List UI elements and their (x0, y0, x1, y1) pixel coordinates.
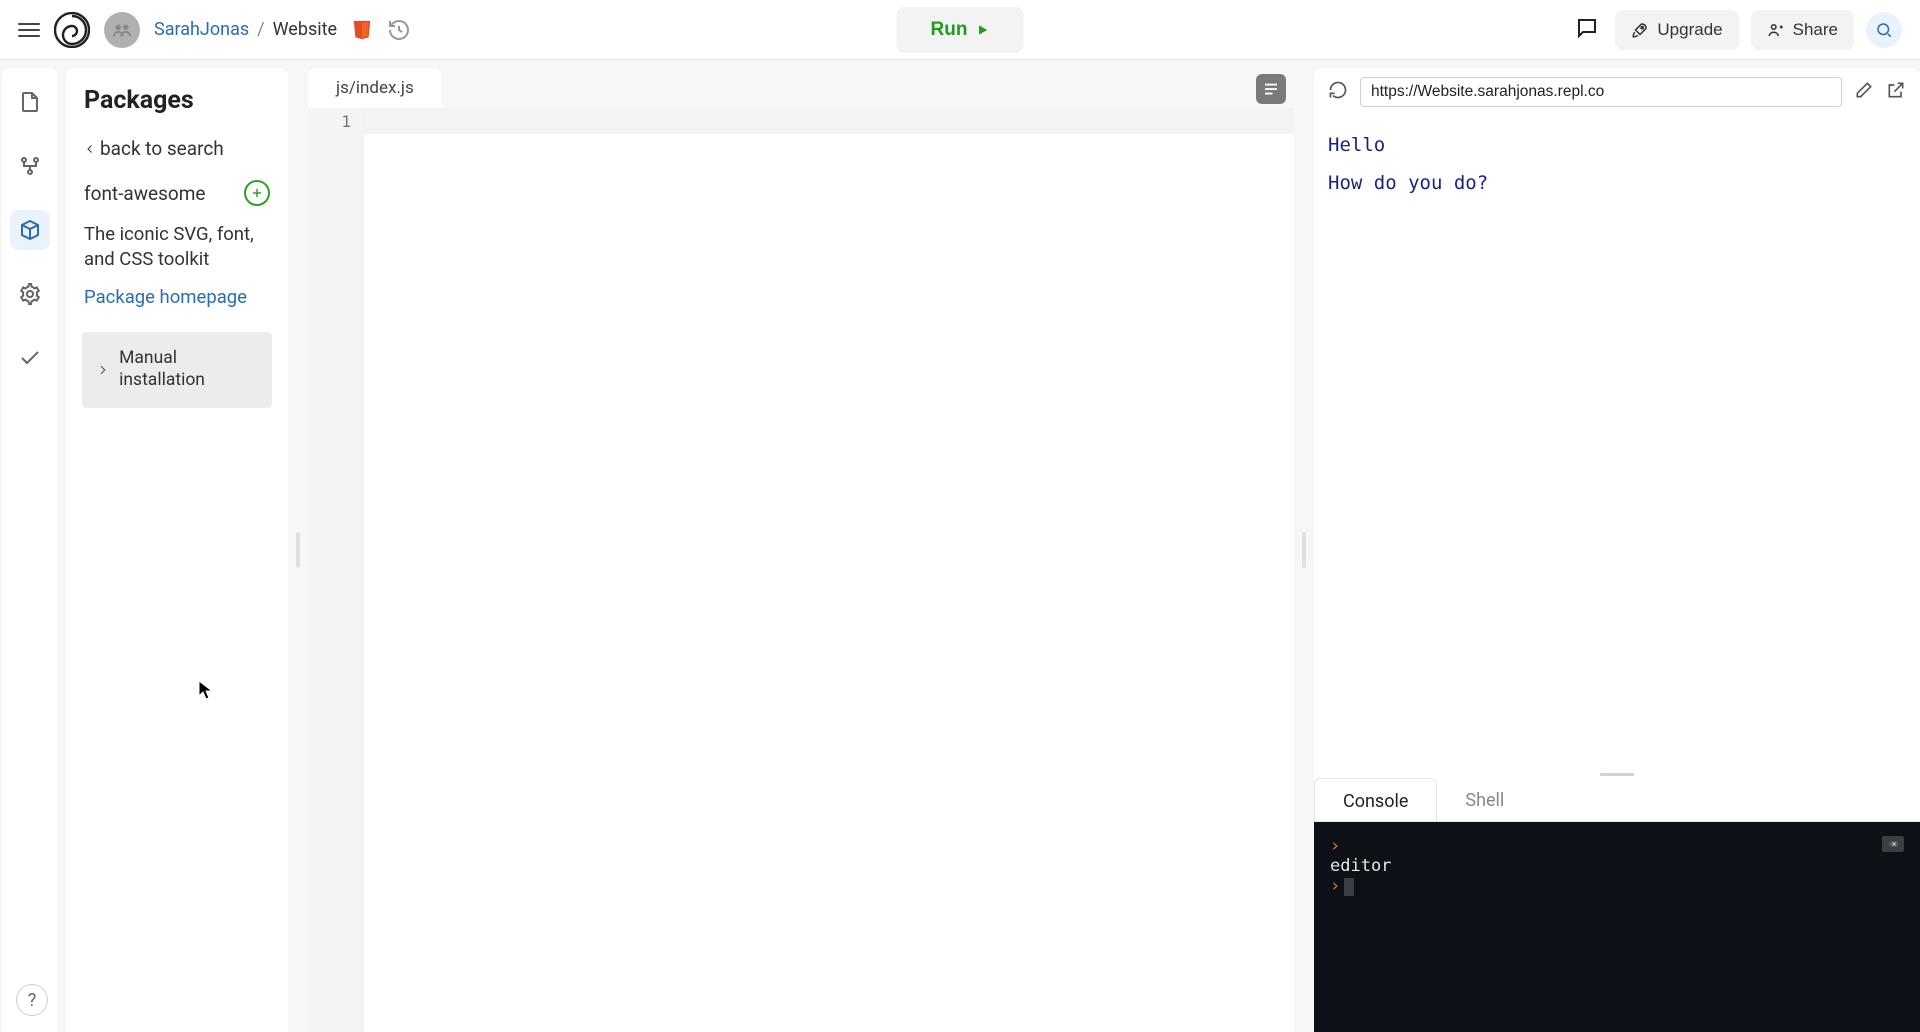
help-label: ? (28, 990, 37, 1011)
icon-rail (2, 68, 58, 1032)
resize-handle-right[interactable] (1302, 68, 1306, 1032)
manual-installation-toggle[interactable]: Manual installation (82, 332, 272, 408)
chevron-right-icon (96, 363, 109, 377)
edit-url-icon[interactable] (1854, 80, 1874, 104)
add-package-button[interactable] (244, 180, 270, 206)
resize-handle-left[interactable] (296, 68, 300, 1032)
preview-console-column: Hello How do you do? Console Shell › edi… (1314, 68, 1920, 1032)
chat-icon[interactable] (1571, 12, 1603, 48)
code-area[interactable] (364, 108, 1294, 1032)
help-button[interactable]: ? (16, 984, 48, 1016)
workspace: Packages back to search font-awesome The… (0, 60, 1920, 1032)
chevron-left-icon (84, 143, 96, 155)
share-button[interactable]: Share (1751, 10, 1854, 50)
rail-check-icon[interactable] (10, 338, 50, 378)
preview-line-1: Hello (1328, 134, 1906, 156)
history-icon[interactable] (387, 18, 411, 42)
package-description: The iconic SVG, font, and CSS toolkit (84, 216, 270, 286)
breadcrumb-project[interactable]: Website (273, 19, 337, 40)
hamburger-icon[interactable] (18, 23, 40, 37)
package-homepage-link[interactable]: Package homepage (84, 286, 270, 332)
breadcrumb-sep: / (257, 19, 264, 40)
avatar-icon[interactable] (104, 12, 140, 48)
rail-files-icon[interactable] (10, 82, 50, 122)
plus-icon (250, 186, 264, 200)
breadcrumb-user[interactable]: SarahJonas (154, 19, 249, 40)
replit-logo-icon[interactable] (54, 12, 90, 48)
package-name: font-awesome (84, 182, 205, 205)
console-cursor (1344, 878, 1354, 896)
upgrade-label: Upgrade (1657, 20, 1722, 40)
rocket-icon (1631, 21, 1649, 39)
preview-url-input[interactable] (1360, 77, 1842, 107)
manual-installation-label: Manual installation (119, 348, 258, 392)
upgrade-button[interactable]: Upgrade (1615, 10, 1738, 50)
search-icon (1875, 21, 1893, 39)
file-tab[interactable]: js/index.js (308, 68, 442, 108)
package-row: font-awesome (84, 170, 270, 216)
open-external-icon[interactable] (1886, 80, 1906, 104)
header-right: Upgrade Share (1571, 10, 1902, 50)
breadcrumb: SarahJonas / Website (154, 19, 337, 40)
play-icon (975, 23, 989, 37)
reload-icon[interactable] (1328, 80, 1348, 104)
preview-line-2: How do you do? (1328, 172, 1906, 194)
console-output-line: editor (1330, 856, 1904, 876)
rail-version-icon[interactable] (10, 146, 50, 186)
editor-tab-bar: js/index.js (308, 68, 1294, 108)
console-body[interactable]: › editor › (1314, 822, 1920, 1032)
preview-pane: Hello How do you do? (1314, 116, 1920, 770)
preview-url-bar (1314, 68, 1920, 116)
packages-title: Packages (84, 86, 270, 127)
back-to-search[interactable]: back to search (84, 127, 270, 170)
rail-settings-icon[interactable] (10, 274, 50, 314)
editor-column: js/index.js 1 (308, 68, 1294, 1032)
pane-drag-handle[interactable] (1314, 770, 1920, 778)
tab-console[interactable]: Console (1314, 778, 1437, 821)
back-label: back to search (100, 137, 224, 160)
editor-gutter: 1 (308, 108, 364, 1032)
packages-panel: Packages back to search font-awesome The… (66, 68, 288, 1032)
console-clear-icon[interactable] (1882, 836, 1904, 852)
line-number: 1 (308, 108, 363, 135)
share-label: Share (1793, 20, 1838, 40)
console-tabs: Console Shell (1314, 778, 1920, 822)
rail-packages-icon[interactable] (10, 210, 50, 250)
html5-icon (351, 19, 373, 41)
markdown-preview-icon[interactable] (1256, 74, 1286, 104)
code-editor[interactable]: 1 (308, 108, 1294, 1032)
run-label: Run (931, 19, 968, 41)
share-icon (1767, 21, 1785, 39)
console-prompt-icon: › (1330, 876, 1340, 896)
search-button[interactable] (1866, 12, 1902, 48)
tab-shell[interactable]: Shell (1437, 778, 1532, 821)
header-bar: SarahJonas / Website Run Upgrade Share (0, 0, 1920, 60)
console-prompt-icon: › (1330, 836, 1340, 856)
run-button[interactable]: Run (897, 7, 1024, 53)
